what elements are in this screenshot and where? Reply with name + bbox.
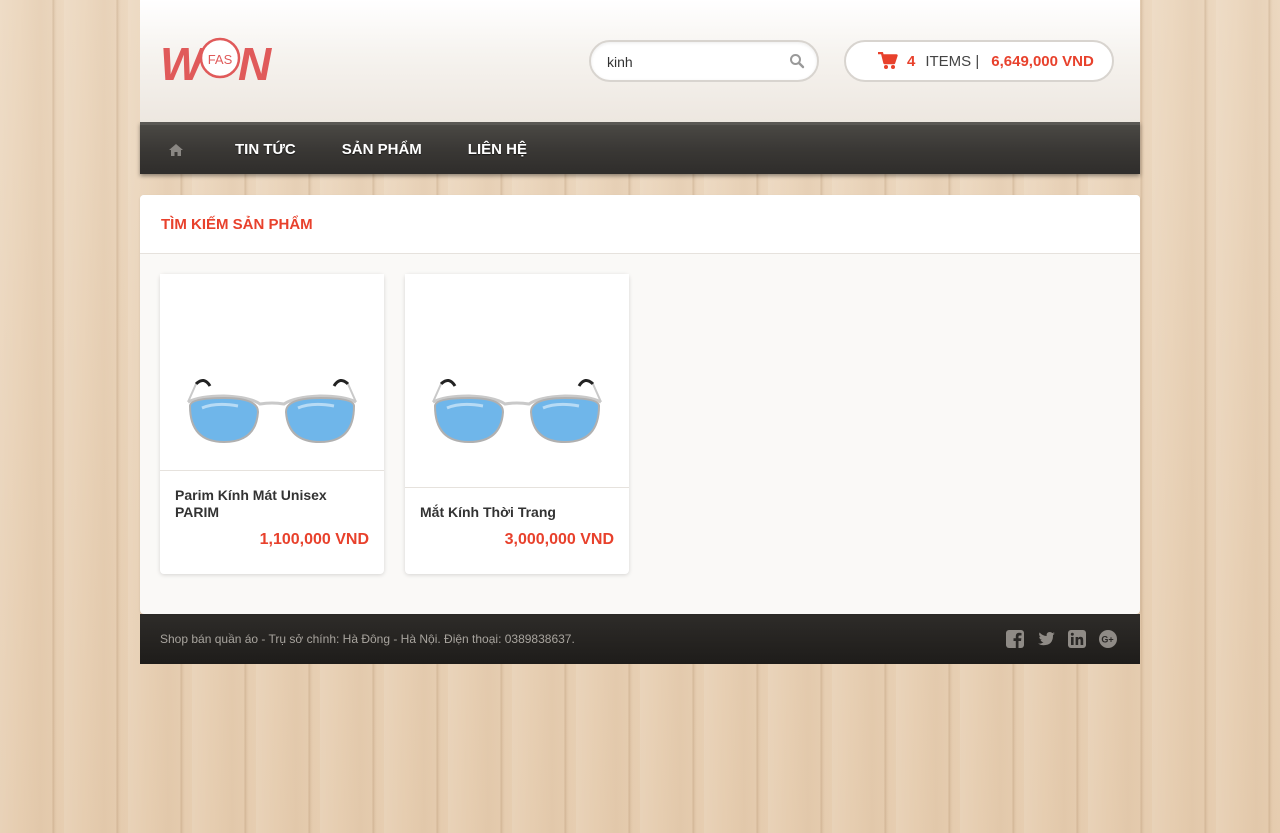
panel-header: TÌM KIẾM SẢN PHẨM [140, 195, 1140, 254]
cart-total: 6,649,000 VND [991, 52, 1094, 70]
search-input[interactable] [607, 52, 777, 72]
main-nav: TIN TỨC SẢN PHẨM LIÊN HỆ [140, 122, 1140, 174]
sunglasses-image [432, 379, 602, 444]
linkedin-icon[interactable] [1067, 629, 1087, 649]
logo-letter-left: W [160, 38, 207, 84]
search-box [589, 40, 819, 82]
twitter-icon[interactable] [1036, 629, 1056, 649]
page-container: W FAS N 4 ITEMS | 6,649,000 VND [140, 0, 1140, 664]
product-price: 1,100,000 VND [259, 531, 369, 548]
header: W FAS N 4 ITEMS | 6,649,000 VND [140, 0, 1140, 122]
logo-letter-mid: FAS [208, 52, 233, 67]
nav-item-products[interactable]: SẢN PHẨM [319, 141, 445, 158]
nav-home[interactable] [140, 125, 212, 174]
shopping-cart-icon [878, 52, 898, 69]
product-grid: Parim Kính Mát Unisex PARIM 1,100,000 VN… [160, 274, 629, 574]
facebook-icon[interactable] [1005, 629, 1025, 649]
footer: Shop bán quần áo - Trụ sở chính: Hà Đông… [140, 614, 1140, 664]
logo-letter-right: N [238, 38, 272, 84]
product-price: 3,000,000 VND [504, 531, 614, 548]
nav-item-contact[interactable]: LIÊN HỆ [445, 141, 550, 158]
product-name[interactable]: Mắt Kính Thời Trang [420, 504, 617, 521]
svg-text:G+: G+ [1101, 635, 1113, 645]
google-plus-icon[interactable]: G+ [1098, 629, 1118, 649]
cart-summary[interactable]: 4 ITEMS | 6,649,000 VND [844, 40, 1114, 82]
search-icon[interactable] [789, 53, 805, 69]
product-name[interactable]: Parim Kính Mát Unisex PARIM [175, 487, 372, 521]
cart-items-label: ITEMS | [925, 52, 980, 70]
page-title: TÌM KIẾM SẢN PHẨM [161, 215, 313, 233]
search-results-panel: TÌM KIẾM SẢN PHẨM Parim Kính Mát Unisex … [140, 195, 1140, 614]
footer-text: Shop bán quần áo - Trụ sở chính: Hà Đông… [160, 632, 575, 646]
nav-item-news[interactable]: TIN TỨC [212, 141, 319, 158]
product-image[interactable] [160, 274, 384, 471]
product-card[interactable]: Mắt Kính Thời Trang 3,000,000 VND [405, 274, 629, 574]
social-links: G+ [1005, 629, 1118, 649]
home-icon [169, 143, 183, 156]
sunglasses-image [187, 379, 357, 444]
cart-count: 4 [907, 52, 916, 70]
product-image[interactable] [405, 274, 629, 488]
product-card[interactable]: Parim Kính Mát Unisex PARIM 1,100,000 VN… [160, 274, 384, 574]
site-logo[interactable]: W FAS N [160, 36, 282, 84]
